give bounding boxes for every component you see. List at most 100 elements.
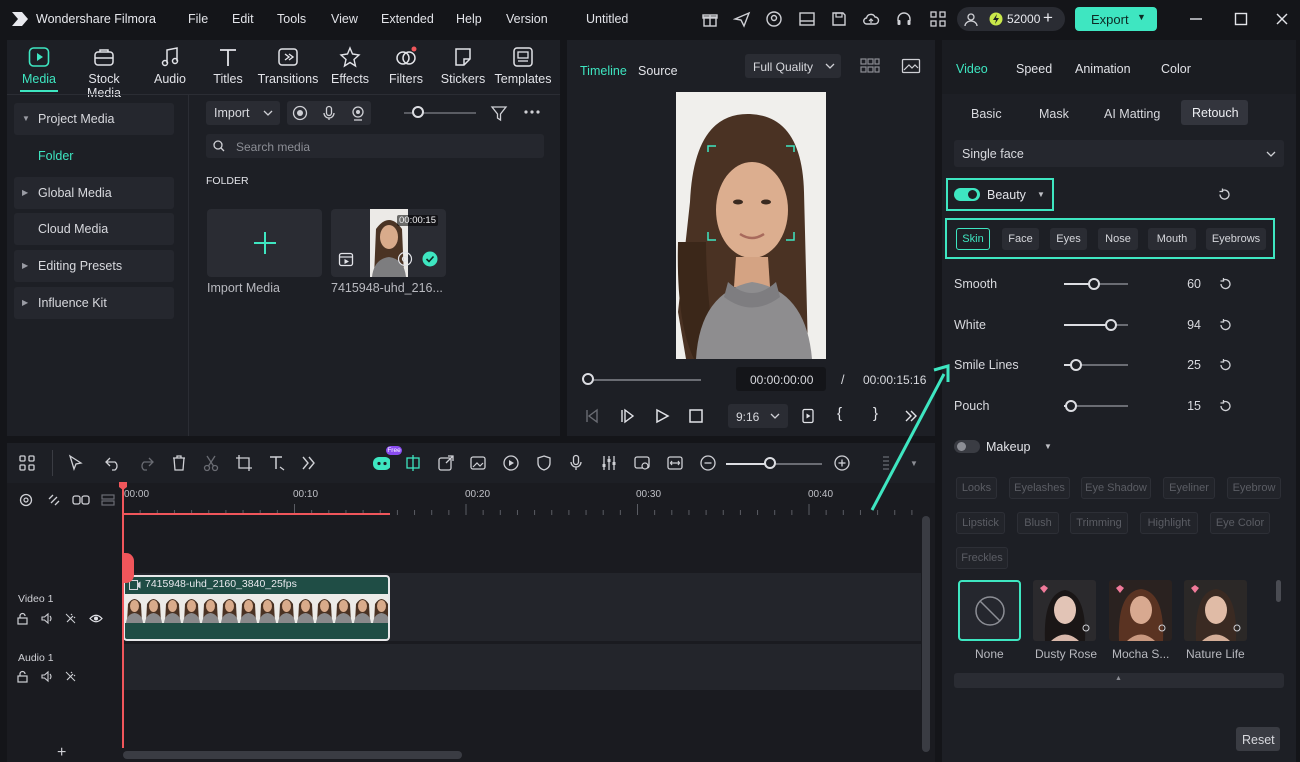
playhead-handle-icon[interactable]	[118, 481, 128, 491]
subtab-ai-matting[interactable]: AI Matting	[1104, 107, 1160, 121]
quality-dropdown[interactable]: Full Quality	[745, 54, 841, 78]
beauty-tab-face[interactable]: Face	[1002, 228, 1039, 250]
track-mute-icon[interactable]	[40, 612, 53, 625]
gift-icon[interactable]	[701, 10, 719, 28]
import-media-tile[interactable]	[207, 209, 322, 277]
filter-funnel-icon[interactable]	[490, 104, 508, 122]
tool-titles[interactable]: Titles	[196, 46, 260, 86]
media-clip-thumbnail[interactable]: 00:00:15	[331, 209, 446, 277]
more-options-icon[interactable]	[523, 108, 541, 116]
record-screen-icon[interactable]	[292, 105, 308, 121]
reset-smooth-icon[interactable]	[1218, 277, 1232, 291]
makeup-eyebrow[interactable]: Eyebrow	[1227, 477, 1281, 499]
sidebar-editing-presets[interactable]: ▶ Editing Presets	[14, 250, 174, 282]
add-track-icon[interactable]	[100, 492, 116, 508]
makeup-eye-shadow[interactable]: Eye Shadow	[1081, 477, 1151, 499]
beauty-tab-mouth[interactable]: Mouth	[1148, 228, 1196, 250]
select-tool-icon[interactable]	[67, 454, 85, 472]
scene-detect-icon[interactable]	[633, 454, 651, 472]
reset-pouch-icon[interactable]	[1218, 399, 1232, 413]
timeline-vertical-scrollbar[interactable]	[922, 516, 930, 752]
menu-help[interactable]: Help	[456, 12, 482, 26]
audio-track-lock-icon[interactable]	[16, 670, 29, 683]
unlink-icon[interactable]	[46, 492, 62, 508]
menu-file[interactable]: File	[188, 12, 208, 26]
search-input[interactable]: Search media	[206, 134, 544, 158]
makeup-eye-color[interactable]: Eye Color	[1210, 512, 1270, 534]
tab-speed[interactable]: Speed	[1016, 62, 1052, 76]
tab-color[interactable]: Color	[1161, 62, 1191, 76]
community-icon[interactable]	[765, 10, 783, 28]
preset-nature-life-thumbnail[interactable]	[1184, 580, 1247, 641]
makeup-lipstick[interactable]: Lipstick	[956, 512, 1005, 534]
tool-filters[interactable]: Filters	[374, 46, 438, 86]
reset-button[interactable]: Reset	[1236, 727, 1280, 751]
makeup-expand-icon[interactable]: ▼	[1044, 442, 1052, 451]
timeline-settings-icon[interactable]	[18, 492, 34, 508]
menu-extended[interactable]: Extended	[381, 12, 434, 26]
sidebar-cloud-media[interactable]: Cloud Media	[14, 213, 174, 245]
stop-icon[interactable]	[688, 408, 704, 424]
beauty-tab-eyes[interactable]: Eyes	[1050, 228, 1087, 250]
export-button[interactable]: Export ▼	[1075, 7, 1157, 31]
slider-knob-pouch[interactable]	[1065, 400, 1077, 412]
sidebar-influence-kit[interactable]: ▶ Influence Kit	[14, 287, 174, 319]
delete-icon[interactable]	[170, 454, 188, 472]
tool-media[interactable]: Media	[7, 46, 71, 86]
preview-scrubber-knob[interactable]	[582, 373, 594, 385]
minimize-icon[interactable]	[1188, 11, 1206, 29]
import-dropdown[interactable]: Import	[206, 101, 280, 125]
preview-scrubber[interactable]	[587, 379, 701, 381]
menu-view[interactable]: View	[331, 12, 358, 26]
thumbnail-size-knob[interactable]	[412, 106, 424, 118]
subtab-basic[interactable]: Basic	[971, 107, 1002, 121]
play-icon[interactable]	[654, 408, 670, 424]
fit-timeline-icon[interactable]	[666, 454, 684, 472]
tool-templates[interactable]: Templates	[491, 46, 555, 86]
subtab-retouch[interactable]: Retouch	[1181, 100, 1248, 125]
mask-shield-icon[interactable]	[535, 454, 553, 472]
snapshot-icon[interactable]	[901, 57, 921, 75]
makeup-eyelashes[interactable]: Eyelashes	[1009, 477, 1070, 499]
track-visibility-icon[interactable]	[89, 612, 103, 625]
beauty-expand-icon[interactable]: ▼	[1037, 190, 1045, 199]
cloud-upload-icon[interactable]	[862, 10, 880, 28]
tab-video[interactable]: Video	[956, 62, 988, 76]
tab-timeline[interactable]: Timeline	[580, 64, 627, 78]
fullscreen-preview-icon[interactable]	[800, 408, 816, 424]
undo-icon[interactable]	[104, 454, 122, 472]
link-clips-icon[interactable]	[72, 492, 90, 508]
more-tools-icon[interactable]	[300, 454, 318, 472]
presets-scrollbar[interactable]	[1276, 580, 1281, 602]
makeup-trimming[interactable]: Trimming	[1070, 512, 1128, 534]
redo-icon[interactable]	[137, 454, 155, 472]
add-credits-icon[interactable]: +	[1043, 8, 1053, 28]
export-dropdown-icon[interactable]: ▼	[1137, 12, 1146, 22]
layout-icon[interactable]	[798, 10, 816, 28]
mark-in-button[interactable]: {	[837, 405, 842, 422]
grid-view-icon[interactable]	[860, 57, 880, 75]
beauty-toggle[interactable]	[954, 188, 980, 201]
beauty-reset-icon[interactable]	[1217, 187, 1232, 202]
audio-mixer-icon[interactable]	[600, 454, 618, 472]
menu-tools[interactable]: Tools	[277, 12, 306, 26]
previous-frame-icon[interactable]	[584, 408, 600, 424]
layout-grid-icon[interactable]	[18, 454, 36, 472]
add-track-button[interactable]: +	[57, 744, 66, 762]
split-scissors-icon[interactable]	[202, 454, 220, 472]
maximize-icon[interactable]	[1233, 11, 1251, 29]
tool-audio[interactable]: Audio	[138, 46, 202, 86]
tool-effects[interactable]: Effects	[318, 46, 382, 86]
playhead-grip[interactable]	[122, 553, 134, 583]
text-tool-icon[interactable]	[268, 454, 286, 472]
sidebar-folder[interactable]: Folder	[14, 140, 174, 172]
slider-knob-white[interactable]	[1105, 319, 1117, 331]
tool-stickers[interactable]: Stickers	[431, 46, 495, 86]
audio-track-effects-off-icon[interactable]	[64, 670, 77, 683]
menu-version[interactable]: Version	[506, 12, 548, 26]
crop-icon[interactable]	[235, 454, 253, 472]
headset-icon[interactable]	[895, 10, 913, 28]
makeup-freckles[interactable]: Freckles	[956, 547, 1008, 569]
play-reverse-icon[interactable]	[619, 408, 635, 424]
preset-none[interactable]	[958, 580, 1021, 641]
